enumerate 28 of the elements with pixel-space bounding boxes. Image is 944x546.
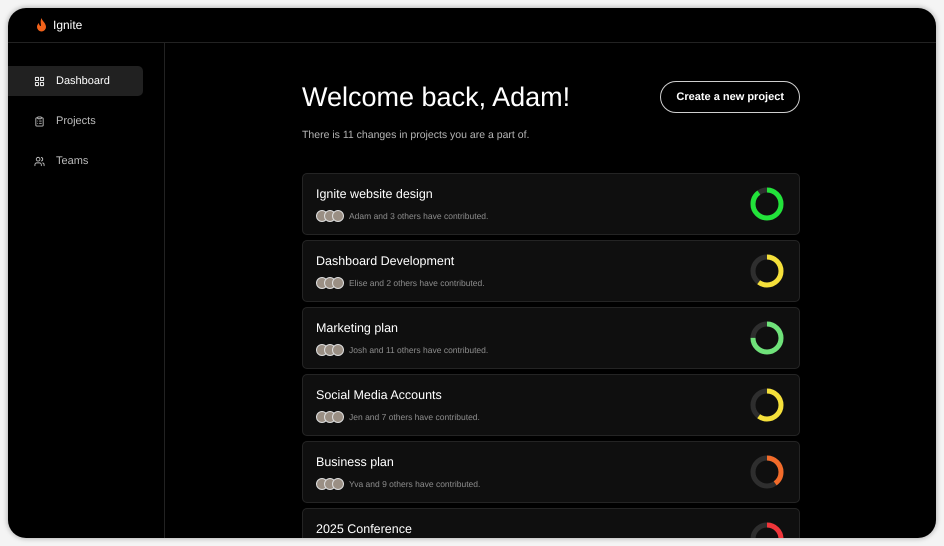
project-card[interactable]: Social Media Accounts Jen and 7 others have contributed. — [302, 374, 800, 436]
app-name: Ignite — [53, 17, 82, 34]
contributors-text: Josh and 11 others have contributed. — [349, 344, 488, 357]
project-card[interactable]: Marketing plan Josh and 11 others have contributed. — [302, 307, 800, 370]
sidebar-item[interactable]: Projects — [8, 106, 143, 136]
project-card[interactable]: Dashboard Development Elise and 2 others have contributed. — [302, 240, 800, 302]
project-card[interactable]: Business plan Yva and 9 others have contributed. — [302, 441, 800, 504]
contributors-text: Adam and 3 others have contributed. — [349, 210, 488, 223]
page-subtitle: There is 11 changes in projects you are a part of. — [302, 128, 530, 142]
project-name: Ignite website design — [316, 186, 434, 204]
clipboard-icon — [34, 116, 45, 126]
contributors-text: Jen and 7 others have contributed. — [349, 411, 480, 424]
contributors-text: Elise and 2 others have contributed. — [349, 277, 485, 290]
project-card[interactable]: 2025 Conference — [302, 508, 800, 538]
project-name: Dashboard Development — [316, 253, 456, 270]
people-icon — [34, 156, 45, 166]
grid-icon — [34, 76, 45, 86]
project-card[interactable]: Ignite website design Adam and 3 others have contributed. — [302, 173, 800, 236]
sidebar-item[interactable]: Dashboard — [8, 66, 143, 96]
project-name: Social Media Accounts — [316, 387, 443, 404]
project-name: Business plan — [316, 454, 395, 472]
flame-icon — [36, 18, 47, 32]
contributors-text: Yva and 9 others have contributed. — [349, 478, 480, 491]
create-project-button[interactable]: Create a new project — [660, 81, 800, 114]
page-title: Welcome back, Adam! — [302, 81, 570, 114]
project-name: Marketing plan — [316, 320, 399, 338]
project-name: 2025 Conference — [316, 521, 412, 538]
sidebar-item[interactable]: Teams — [8, 146, 143, 176]
